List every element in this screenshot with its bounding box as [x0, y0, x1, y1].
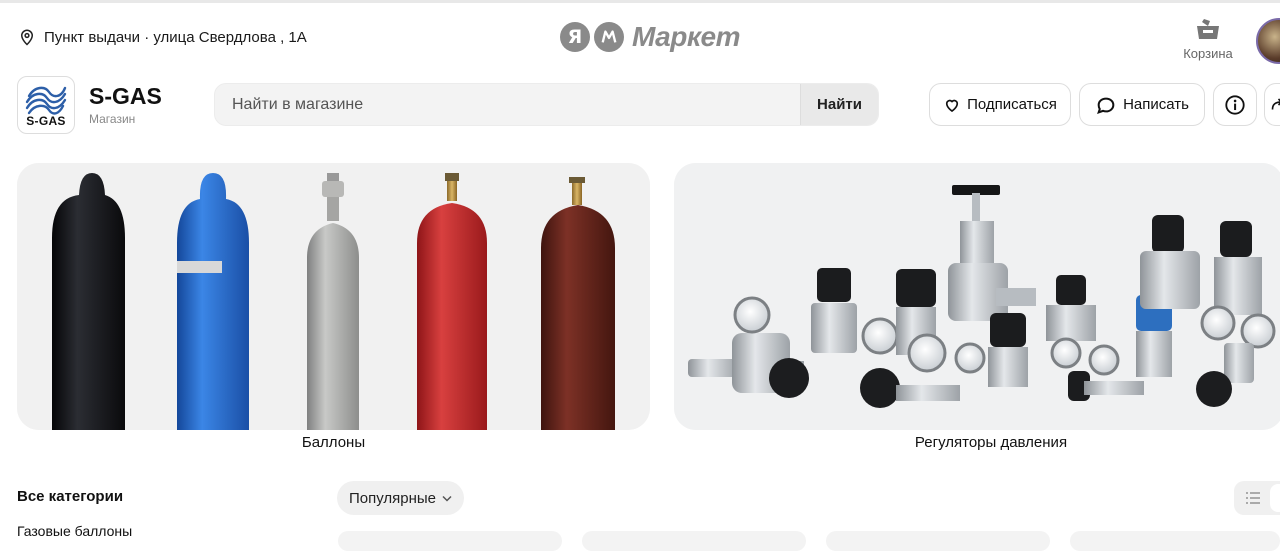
write-label: Написать: [1123, 96, 1189, 113]
cart-label: Корзина: [1183, 46, 1233, 61]
banner-pressure-regulators-caption[interactable]: Регуляторы давления: [674, 434, 1280, 451]
shop-logo-text: S-GAS: [26, 114, 66, 128]
cart-icon: [1197, 19, 1219, 39]
shop-search-input[interactable]: [215, 84, 800, 125]
subscribe-button[interactable]: Подписаться: [929, 83, 1071, 126]
sort-label: Популярные: [348, 489, 437, 507]
share-button[interactable]: [1264, 83, 1280, 126]
shop-logo[interactable]: S-GAS: [17, 76, 75, 134]
chat-bubble-icon: [1097, 97, 1115, 114]
all-categories-heading[interactable]: Все категории: [17, 488, 123, 505]
shop-logo-waves-icon: [25, 86, 67, 115]
list-view-icon[interactable]: [1246, 491, 1260, 505]
top-border: [0, 0, 1280, 3]
pickup-point-label: Пункт выдачи · улица Свердлова , 1А: [44, 28, 307, 46]
heart-icon: [945, 99, 959, 112]
product-card[interactable]: [826, 531, 1050, 551]
product-card[interactable]: [338, 531, 562, 551]
view-toggle: [1234, 481, 1280, 515]
share-arrow-icon: [1271, 97, 1280, 110]
subscribe-label: Подписаться: [967, 96, 1057, 113]
location-pin-icon: [20, 29, 34, 46]
pickup-point-selector[interactable]: Пункт выдачи · улица Свердлова , 1А: [18, 26, 307, 48]
logo-mark: Я: [560, 22, 590, 52]
shop-type: Магазин: [89, 112, 136, 126]
user-avatar[interactable]: [1256, 18, 1280, 64]
shop-info-button[interactable]: [1213, 83, 1257, 126]
logo-m-mark-icon: [594, 22, 624, 52]
banner-cylinders-caption[interactable]: Баллоны: [17, 434, 650, 451]
grid-view-icon[interactable]: [1270, 484, 1280, 512]
search-button[interactable]: Найти: [800, 84, 878, 125]
banner-cylinders[interactable]: [17, 163, 650, 430]
cart-button[interactable]: Корзина: [1176, 18, 1240, 61]
chevron-down-icon: [442, 495, 452, 502]
pressure-regulators-image: [674, 163, 1280, 430]
banner-pressure-regulators[interactable]: [674, 163, 1280, 430]
yandex-market-logo[interactable]: Я Маркет: [560, 20, 741, 54]
logo-text: Маркет: [632, 21, 741, 52]
shop-search-bar: Найти: [214, 83, 879, 126]
product-card[interactable]: [1070, 531, 1280, 551]
info-icon: [1225, 94, 1245, 115]
write-message-button[interactable]: Написать: [1079, 83, 1205, 126]
product-card[interactable]: [582, 531, 806, 551]
shop-name[interactable]: S-GAS: [89, 83, 162, 110]
sort-dropdown[interactable]: Популярные: [337, 481, 464, 515]
category-link-gas-cylinders[interactable]: Газовые баллоны: [17, 523, 132, 539]
cylinders-image: [17, 163, 650, 430]
